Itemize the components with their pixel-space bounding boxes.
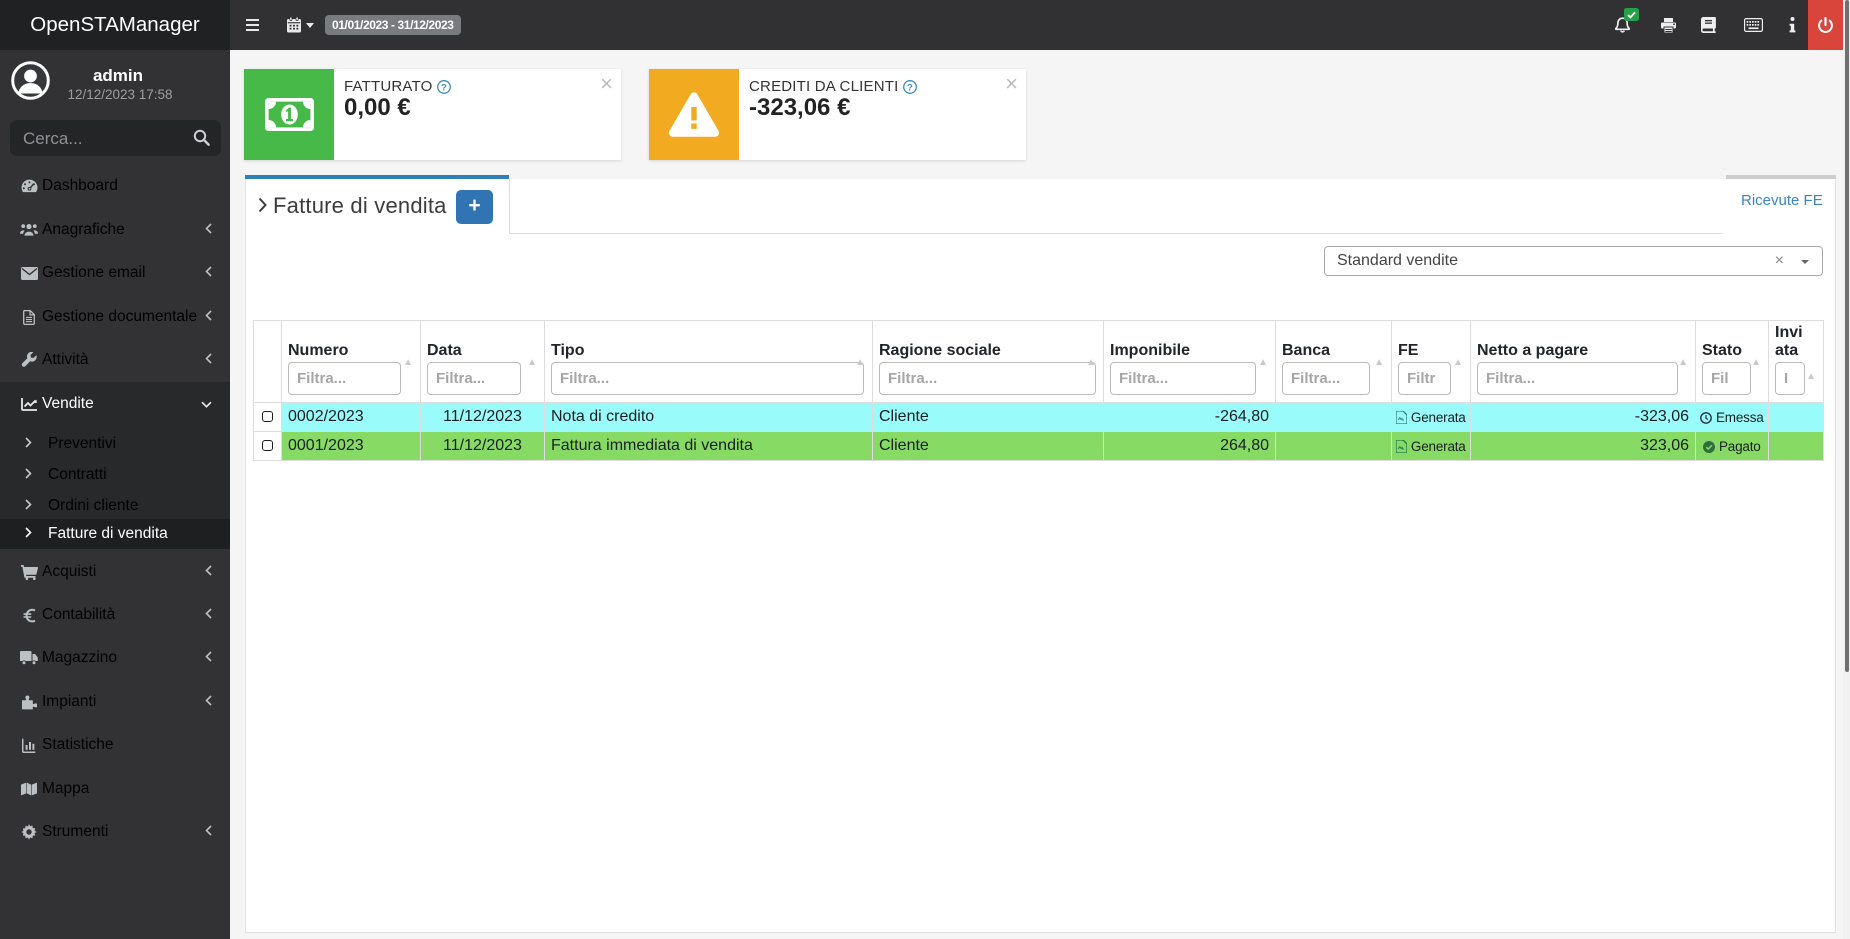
svg-text:?: ? [441,82,447,93]
svg-text:?: ? [907,82,913,93]
